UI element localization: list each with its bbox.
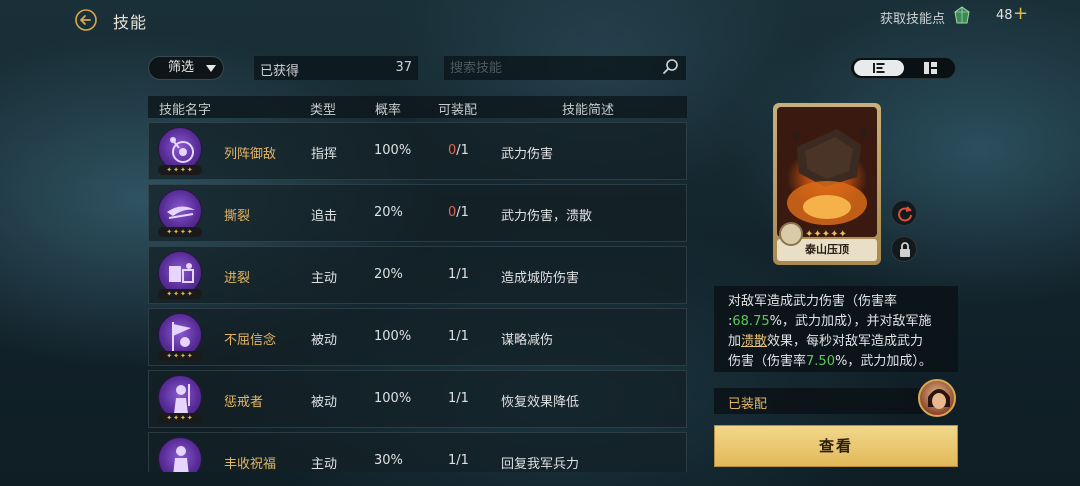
skill-name: 不屈信念 [224, 333, 277, 348]
skill-card-stars: ✦✦✦✦✦ [805, 229, 847, 240]
skill-equip: 0/1 [448, 205, 469, 220]
skill-description: 对敌军造成武力伤害（伤害率 :68.75%，武力加成），并对敌军施 加溃散效果，… [714, 286, 958, 372]
skill-points-value: 48 [996, 8, 1013, 23]
table-row[interactable]: ✦✦✦✦ 列阵御敌 指挥 100% 0/1 武力伤害 [148, 122, 687, 180]
grid-view-button[interactable] [913, 60, 949, 76]
skill-card-art [777, 107, 877, 237]
skill-desc: 武力伤害，溃散 [501, 209, 593, 224]
skill-name: 撕裂 [224, 209, 251, 224]
table-row[interactable]: ✦✦✦✦ 撕裂 追击 20% 0/1 武力伤害，溃散 [148, 184, 687, 242]
filter-button[interactable]: 筛选 [148, 56, 224, 80]
skill-desc: 恢复效果降低 [501, 395, 580, 410]
obtained-label: 已获得 [260, 64, 300, 79]
skill-equip: 1/1 [448, 329, 469, 344]
skill-name: 丰收祝福 [224, 457, 277, 472]
header-equip[interactable]: 可装配 [438, 99, 477, 118]
skill-desc: 谋略减伤 [501, 333, 554, 348]
skill-points-label: 获取技能点 [880, 12, 946, 27]
desc-line: :68.75%，武力加成），并对敌军施 [728, 314, 932, 329]
skill-equip: 1/1 [448, 391, 469, 406]
avatar[interactable] [918, 379, 956, 417]
star-rating: ✦✦✦✦ [158, 351, 202, 361]
lock-icon [900, 242, 910, 257]
skill-equip: 0/1 [448, 143, 469, 158]
table-row[interactable]: ✦✦✦✦ 进裂 主动 20% 1/1 造成城防伤害 [148, 246, 687, 304]
skill-name: 列阵御敌 [224, 147, 277, 162]
star-rating: ✦✦✦✦ [158, 413, 202, 423]
skill-type: 主动 [311, 271, 338, 286]
add-skill-points-button[interactable]: + [1013, 3, 1028, 24]
search-input[interactable] [444, 56, 686, 80]
obtained-count: 37 [395, 60, 412, 75]
status-link[interactable]: 溃散 [741, 334, 767, 349]
back-button[interactable] [74, 8, 98, 32]
view-mode-toggle [850, 57, 956, 79]
lock-button[interactable] [891, 236, 917, 262]
skill-equip: 1/1 [448, 267, 469, 282]
skill-type: 指挥 [311, 147, 338, 162]
skill-rate: 20% [374, 205, 403, 220]
skill-rate: 30% [374, 453, 403, 468]
skill-point-gem-icon [953, 6, 971, 26]
skill-type: 被动 [311, 395, 338, 410]
reset-button[interactable] [891, 200, 917, 226]
chevron-down-icon [206, 65, 216, 72]
skill-equip: 1/1 [448, 453, 469, 468]
star-rating: ✦✦✦✦ [158, 289, 202, 299]
equipped-bar: 已装配 [714, 388, 934, 414]
skill-type-badge-icon [779, 222, 803, 246]
back-arrow-icon[interactable] [74, 8, 98, 32]
skill-type: 追击 [311, 209, 338, 224]
page-title: 技能 [113, 13, 148, 32]
star-rating: ✦✦✦✦ [158, 165, 202, 175]
top-bar: 技能 获取技能点 48 + [0, 0, 1080, 38]
skill-desc: 回复我军兵力 [501, 457, 580, 472]
star-rating: ✦✦✦✦ [158, 227, 202, 237]
grid-view-icon [924, 62, 937, 74]
filter-label: 筛选 [168, 60, 195, 75]
skill-list: ✦✦✦✦ 列阵御敌 指挥 100% 0/1 武力伤害 ✦✦✦✦ 撕裂 追击 20… [148, 122, 687, 472]
skill-rate: 100% [374, 143, 412, 158]
header-type[interactable]: 类型 [310, 99, 336, 118]
table-row[interactable]: ✦✦✦✦ 不屈信念 被动 100% 1/1 谋略减伤 [148, 308, 687, 366]
skill-rate: 20% [374, 267, 403, 282]
list-view-icon [873, 63, 885, 73]
skill-blessing-icon [158, 437, 202, 472]
skill-name: 惩戒者 [224, 395, 264, 410]
skill-name: 进裂 [224, 271, 251, 286]
desc-line: 伤害（伤害率7.50%，武力加成）。 [728, 354, 932, 369]
skill-type: 被动 [311, 333, 338, 348]
header-rate[interactable]: 概率 [375, 99, 401, 118]
skill-desc: 造成城防伤害 [501, 271, 580, 286]
obtained-counter: 已获得 37 [254, 56, 418, 80]
table-header: 技能名字 类型 概率 可装配 技能简述 [148, 96, 687, 118]
table-row[interactable]: 丰收祝福 主动 30% 1/1 回复我军兵力 [148, 432, 687, 472]
desc-line: 加溃散效果，每秒对敌军造成武力 [728, 334, 924, 349]
list-view-button[interactable] [854, 60, 904, 76]
desc-line: 对敌军造成武力伤害（伤害率 [728, 294, 898, 309]
skill-type: 主动 [311, 457, 338, 472]
equipped-label: 已装配 [728, 397, 768, 412]
header-name[interactable]: 技能名字 [159, 99, 211, 118]
table-row[interactable]: ✦✦✦✦ 惩戒者 被动 100% 1/1 恢复效果降低 [148, 370, 687, 428]
skill-rate: 100% [374, 329, 412, 344]
search-icon[interactable] [662, 58, 680, 76]
view-button[interactable]: 查看 [714, 425, 958, 467]
reset-icon [898, 206, 912, 222]
skill-desc: 武力伤害 [501, 147, 554, 162]
skill-rate: 100% [374, 391, 412, 406]
header-desc: 技能简述 [562, 103, 615, 118]
